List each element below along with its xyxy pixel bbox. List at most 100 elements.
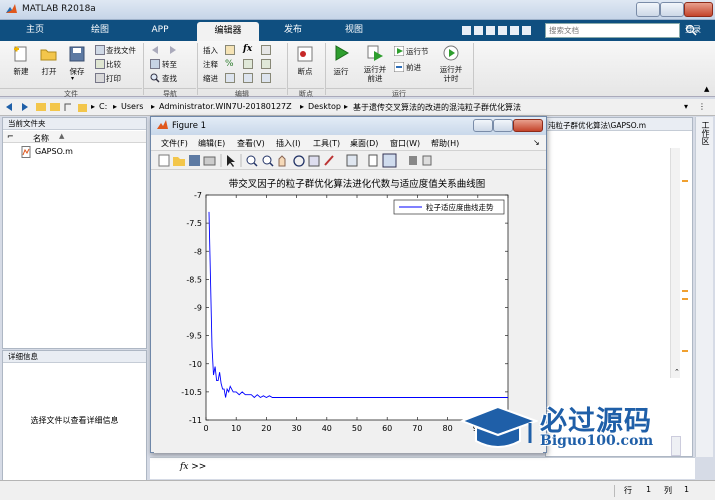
- editor-scrollbar[interactable]: [670, 148, 680, 378]
- find-button[interactable]: 查找: [162, 73, 177, 84]
- x-tick-label: 20: [261, 424, 271, 433]
- expand-icon[interactable]: ⌐: [7, 132, 14, 141]
- path-segment-users[interactable]: Users: [121, 102, 143, 111]
- new-icon: [12, 45, 30, 63]
- print-button[interactable]: 打印: [106, 73, 121, 84]
- browse-icon[interactable]: ⋮: [698, 102, 706, 111]
- figure-maximize-button[interactable]: [493, 119, 513, 132]
- x-tick-label: 80: [443, 424, 453, 433]
- menu-help[interactable]: 帮助(H): [431, 138, 459, 149]
- menu-insert[interactable]: 插入(I): [276, 138, 301, 149]
- insert-button[interactable]: 插入: [203, 45, 218, 56]
- figure-toolbar-icons[interactable]: [151, 151, 451, 170]
- y-tick-label: -9.5: [186, 332, 202, 341]
- warning-marker[interactable]: [682, 290, 688, 292]
- percent-icon[interactable]: %: [225, 59, 234, 69]
- column-name-header[interactable]: 名称: [33, 133, 49, 144]
- increase-indent-icon[interactable]: [261, 73, 271, 83]
- menu-window[interactable]: 窗口(W): [390, 138, 420, 149]
- back-forward-icon[interactable]: [150, 45, 178, 55]
- figure-title-bar: Figure 1: [151, 117, 546, 135]
- command-window[interactable]: fx >>: [150, 457, 695, 479]
- warning-marker[interactable]: [682, 350, 688, 352]
- menu-desktop[interactable]: 桌面(D): [350, 138, 378, 149]
- menu-file[interactable]: 文件(F): [161, 138, 188, 149]
- quick-access-toolbar[interactable]: [460, 24, 540, 37]
- tab-publish[interactable]: 发布: [262, 20, 324, 41]
- path-segment-drive[interactable]: C:: [99, 102, 107, 111]
- wrap-comments-icon[interactable]: [261, 59, 271, 69]
- save-button[interactable]: 保存: [62, 66, 92, 77]
- save-icon: [68, 45, 86, 63]
- goto-button[interactable]: 转至: [162, 59, 177, 70]
- menu-edit[interactable]: 编辑(E): [198, 138, 225, 149]
- menu-dock-icon[interactable]: ↘: [533, 138, 540, 147]
- file-group-label: 文件: [0, 88, 142, 98]
- maximize-button[interactable]: [660, 2, 684, 17]
- decrease-indent-icon[interactable]: [243, 73, 253, 83]
- tab-plots[interactable]: 绘图: [70, 20, 130, 41]
- run-advance-button[interactable]: 运行并 前进: [358, 65, 392, 83]
- run-button[interactable]: 运行: [326, 66, 356, 77]
- save-dropdown-icon[interactable]: ▾: [71, 75, 74, 82]
- open-button[interactable]: 打开: [34, 66, 64, 77]
- login-link[interactable]: 登录: [685, 24, 701, 35]
- insert-section-icon[interactable]: [225, 45, 235, 55]
- warning-marker[interactable]: [682, 180, 688, 182]
- close-button[interactable]: [684, 2, 713, 17]
- path-dropdown-icon[interactable]: ▾: [684, 102, 688, 111]
- ribbon-separator: [473, 43, 474, 95]
- search-input[interactable]: 搜索文档: [545, 23, 680, 38]
- watermark-domain: Biguo100.com: [540, 433, 654, 449]
- scroll-up-icon[interactable]: ⌃: [674, 368, 680, 376]
- root-folder-icon[interactable]: [78, 101, 87, 113]
- file-item-gapso[interactable]: GAPSO.m: [35, 147, 73, 156]
- breakpoints-button[interactable]: 断点: [288, 66, 322, 77]
- tab-view[interactable]: 视图: [324, 20, 384, 41]
- path-segment-desktop[interactable]: Desktop: [308, 102, 341, 111]
- x-tick-label: 0: [203, 424, 208, 433]
- matlab-logo-icon: [5, 3, 18, 16]
- figure-close-button[interactable]: [513, 119, 543, 132]
- compare-button[interactable]: 比较: [106, 59, 121, 70]
- editor-tab-gapso[interactable]: 沌粒子群优化算法\GAPSO.m: [548, 120, 646, 131]
- navigation-icons[interactable]: [4, 101, 74, 113]
- advance-button[interactable]: 前进: [406, 62, 421, 73]
- find-files-button[interactable]: 查找文件: [106, 45, 136, 56]
- legend-label: 粒子适应度曲线走势: [426, 202, 494, 212]
- run-section-button[interactable]: 运行节: [406, 46, 429, 57]
- run-and-time-button[interactable]: 运行并 计时: [434, 65, 468, 83]
- sort-ascending-icon[interactable]: ▲: [59, 132, 64, 140]
- smart-indent-icon[interactable]: [225, 73, 235, 83]
- y-tick-label: -8.5: [186, 275, 202, 284]
- warning-marker[interactable]: [682, 298, 688, 300]
- fx-icon[interactable]: fx: [243, 44, 252, 54]
- minimize-button[interactable]: [636, 2, 660, 17]
- figure-toolbar: [151, 151, 546, 170]
- menu-tools[interactable]: 工具(T): [313, 138, 340, 149]
- tab-editor[interactable]: 编辑器: [197, 22, 259, 41]
- run-section-icon: [394, 46, 404, 56]
- figure-minimize-button[interactable]: [473, 119, 493, 132]
- path-segment-user[interactable]: Administrator.WIN7U-20180127Z: [159, 102, 292, 111]
- current-folder-title: 当前文件夹: [3, 118, 146, 130]
- workspace-label[interactable]: 工作区: [699, 121, 710, 145]
- details-title: 详细信息: [3, 351, 146, 363]
- path-segment-project[interactable]: 基于遗传交叉算法的改进的混沌粒子群优化算法: [353, 102, 521, 113]
- indent-button[interactable]: 缩进: [203, 73, 218, 84]
- x-tick-label: 30: [292, 424, 302, 433]
- m-file-icon: [21, 146, 32, 158]
- path-arrow: ▸: [344, 102, 349, 111]
- new-button[interactable]: 新建: [6, 66, 36, 77]
- tab-home[interactable]: 主页: [0, 20, 70, 41]
- uncomment-icon[interactable]: [243, 59, 253, 69]
- run-icon: [332, 44, 350, 62]
- title-bar: MATLAB R2018a: [0, 0, 715, 20]
- figure-menu-bar: 文件(F) 编辑(E) 查看(V) 插入(I) 工具(T) 桌面(D) 窗口(W…: [151, 135, 546, 151]
- comment-button[interactable]: 注释: [203, 59, 218, 70]
- compare-icon: [95, 59, 105, 69]
- tab-apps[interactable]: APP: [130, 20, 190, 41]
- menu-view[interactable]: 查看(V): [237, 138, 265, 149]
- collapse-ribbon-icon[interactable]: ▲: [704, 85, 709, 93]
- insert-dropdown-icon[interactable]: [261, 45, 271, 55]
